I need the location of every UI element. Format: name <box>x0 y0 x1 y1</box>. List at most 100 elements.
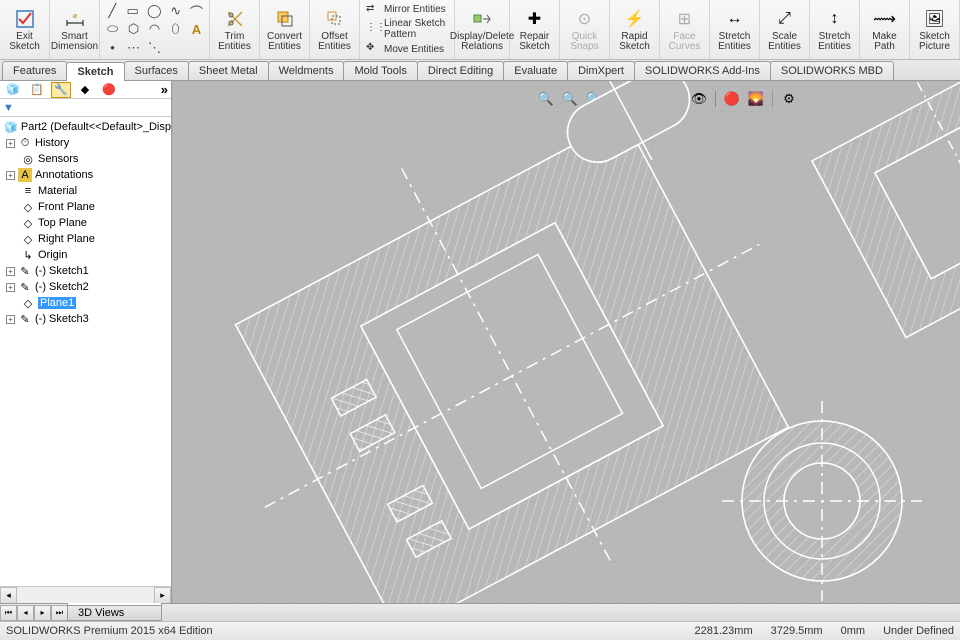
ellipse-tool[interactable]: ⬯ <box>169 21 182 37</box>
stretch-entities-button-2[interactable]: ↕ Stretch Entities <box>810 0 860 59</box>
line-tool[interactable]: ╱ <box>106 3 118 19</box>
repair-sketch-button[interactable]: ✚ Repair Sketch <box>510 0 560 59</box>
rect-tool[interactable]: ▭ <box>126 3 138 19</box>
status-coord-x: 2281.23mm <box>695 625 753 637</box>
tree-node-top-plane[interactable]: ◇Top Plane <box>0 215 171 231</box>
tree-tab-property[interactable]: 📋 <box>27 82 47 98</box>
node-label: Annotations <box>35 169 93 181</box>
offset-entities-button[interactable]: Offset Entities <box>310 0 360 59</box>
tab-nav-prev[interactable]: ◂ <box>17 605 34 621</box>
slot-tool[interactable]: ⬭ <box>106 21 119 37</box>
main-area: 🧊 📋 🔧 ◆ 🔴 » ▼ 🧊 Part2 (Default<<Default>… <box>0 81 960 603</box>
expand-icon[interactable]: + <box>6 283 15 292</box>
tree-node--sketch2[interactable]: +✎(-) Sketch2 <box>0 279 171 295</box>
rapid-sketch-button[interactable]: ⚡ Rapid Sketch <box>610 0 660 59</box>
make-path-button[interactable]: ⟿ Make Path <box>860 0 910 59</box>
trim-entities-button[interactable]: Trim Entities <box>210 0 260 59</box>
transform-stack: ⇄Mirror Entities ⋮⋮Linear Sketch Pattern… <box>360 0 455 59</box>
tree-tab-dim[interactable]: ◆ <box>75 82 95 98</box>
relations-icon <box>471 8 493 30</box>
tree-tab-feature[interactable]: 🧊 <box>3 82 23 98</box>
snaps-label: Quick Snaps <box>570 32 598 52</box>
bottom-tab-3d-views[interactable]: 3D Views <box>67 605 162 620</box>
smart-dimension-icon: ø <box>64 8 86 30</box>
scale-icon: ⤢ <box>774 8 796 30</box>
smart-dimension-label: Smart Dimension <box>51 32 98 52</box>
cmtab-mold-tools[interactable]: Mold Tools <box>343 61 417 80</box>
convert-entities-button[interactable]: Convert Entities <box>260 0 310 59</box>
exit-sketch-button[interactable]: Exit Sketch <box>0 0 50 59</box>
tree-node-annotations[interactable]: +AAnnotations <box>0 167 171 183</box>
text-tool[interactable]: A <box>190 21 203 37</box>
cmtab-solidworks-add-ins[interactable]: SOLIDWORKS Add-Ins <box>634 61 771 80</box>
node-label: Right Plane <box>38 233 95 245</box>
graphics-viewport[interactable]: 🔍 🔍 🔍 📦 🧊 ▥ 👁 🔴 🌄 ⚙ <box>172 81 960 603</box>
tree-node-right-plane[interactable]: ◇Right Plane <box>0 231 171 247</box>
rapid-icon: ⚡ <box>624 8 646 30</box>
scale-entities-button[interactable]: ⤢ Scale Entities <box>760 0 810 59</box>
tree-node-history[interactable]: +⏱History <box>0 135 171 151</box>
tab-nav-last[interactable]: ⏭ <box>51 605 68 621</box>
tree-node--sketch1[interactable]: +✎(-) Sketch1 <box>0 263 171 279</box>
linear-pattern-button[interactable]: ⋮⋮Linear Sketch Pattern <box>366 18 448 40</box>
filter-icon[interactable]: ▼ <box>3 102 14 114</box>
arc-tool[interactable]: ◠ <box>148 21 161 37</box>
tree-node--sketch3[interactable]: +✎(-) Sketch3 <box>0 311 171 327</box>
cmtab-surfaces[interactable]: Surfaces <box>124 61 189 80</box>
expand-icon[interactable]: + <box>6 315 15 324</box>
node-icon: ✎ <box>18 280 32 294</box>
mirror-entities-button[interactable]: ⇄Mirror Entities <box>366 3 448 17</box>
repair-icon: ✚ <box>524 8 546 30</box>
face-curves-button[interactable]: ⊞ Face Curves <box>660 0 710 59</box>
cmtab-solidworks-mbd[interactable]: SOLIDWORKS MBD <box>770 61 894 80</box>
status-edition: SOLIDWORKS Premium 2015 x64 Edition <box>6 625 213 637</box>
node-label: (-) Sketch2 <box>35 281 89 293</box>
feature-tree-panel: 🧊 📋 🔧 ◆ 🔴 » ▼ 🧊 Part2 (Default<<Default>… <box>0 81 172 603</box>
move-entities-button[interactable]: ✥Move Entities <box>366 42 448 56</box>
smart-dimension-button[interactable]: ø Smart Dimension <box>50 0 100 59</box>
node-label: (-) Sketch1 <box>35 265 89 277</box>
scroll-left-button[interactable]: ◂ <box>0 587 17 604</box>
cmtab-direct-editing[interactable]: Direct Editing <box>417 61 504 80</box>
cmtab-sketch[interactable]: Sketch <box>66 62 124 81</box>
circle-tool[interactable]: ◯ <box>147 3 162 19</box>
node-label: Top Plane <box>38 217 87 229</box>
expand-icon[interactable]: + <box>6 139 15 148</box>
tree-tab-config[interactable]: 🔧 <box>51 82 71 98</box>
expand-icon[interactable]: + <box>6 171 15 180</box>
cmtab-sheet-metal[interactable]: Sheet Metal <box>188 61 269 80</box>
tree-node-front-plane[interactable]: ◇Front Plane <box>0 199 171 215</box>
tree-hscrollbar[interactable]: ◂ ▸ <box>0 586 171 603</box>
fillet-tool[interactable]: ⌒ <box>190 3 203 19</box>
mirror-icon: ⇄ <box>366 3 380 17</box>
tree-tab-display[interactable]: 🔴 <box>99 82 119 98</box>
part-icon: 🧊 <box>4 120 18 134</box>
cmtab-weldments[interactable]: Weldments <box>268 61 345 80</box>
sketch-picture-button[interactable]: 🖼 Sketch Picture <box>910 0 960 59</box>
tree-root-node[interactable]: 🧊 Part2 (Default<<Default>_Disp <box>0 119 171 135</box>
tree-node-material-not-specified-[interactable]: ≡Material <box>0 183 171 199</box>
stretch-entities-button-1[interactable]: ↔ Stretch Entities <box>710 0 760 59</box>
display-delete-relations-button[interactable]: Display/Delete Relations <box>455 0 510 59</box>
quick-snaps-button[interactable]: ⊙ Quick Snaps <box>560 0 610 59</box>
tab-nav-first[interactable]: ⏮ <box>0 605 17 621</box>
expand-icon[interactable]: + <box>6 267 15 276</box>
tab-nav-next[interactable]: ▸ <box>34 605 51 621</box>
stretch-icon: ↔ <box>724 8 746 30</box>
scroll-right-button[interactable]: ▸ <box>154 587 171 604</box>
tree-expand-button[interactable]: » <box>161 82 168 97</box>
centerline-tool[interactable]: ⋯ <box>127 40 140 56</box>
misc-tool[interactable]: ⋱ <box>148 40 161 56</box>
sketch-tools-cluster: ╱ ▭ ◯ ∿ ⌒ ⬭ ⬡ ◠ ⬯ A • ⋯ ⋱ <box>100 0 210 59</box>
polygon-tool[interactable]: ⬡ <box>127 21 140 37</box>
cmtab-features[interactable]: Features <box>2 61 67 80</box>
node-label: Front Plane <box>38 201 95 213</box>
node-label: Plane1 <box>38 297 76 309</box>
spline-tool[interactable]: ∿ <box>170 3 182 19</box>
tree-node-origin[interactable]: ↳Origin <box>0 247 171 263</box>
cmtab-dimxpert[interactable]: DimXpert <box>567 61 635 80</box>
tree-node-plane1[interactable]: ◇Plane1 <box>0 295 171 311</box>
cmtab-evaluate[interactable]: Evaluate <box>503 61 568 80</box>
tree-node-sensors[interactable]: ◎Sensors <box>0 151 171 167</box>
point-tool[interactable]: • <box>106 40 119 56</box>
